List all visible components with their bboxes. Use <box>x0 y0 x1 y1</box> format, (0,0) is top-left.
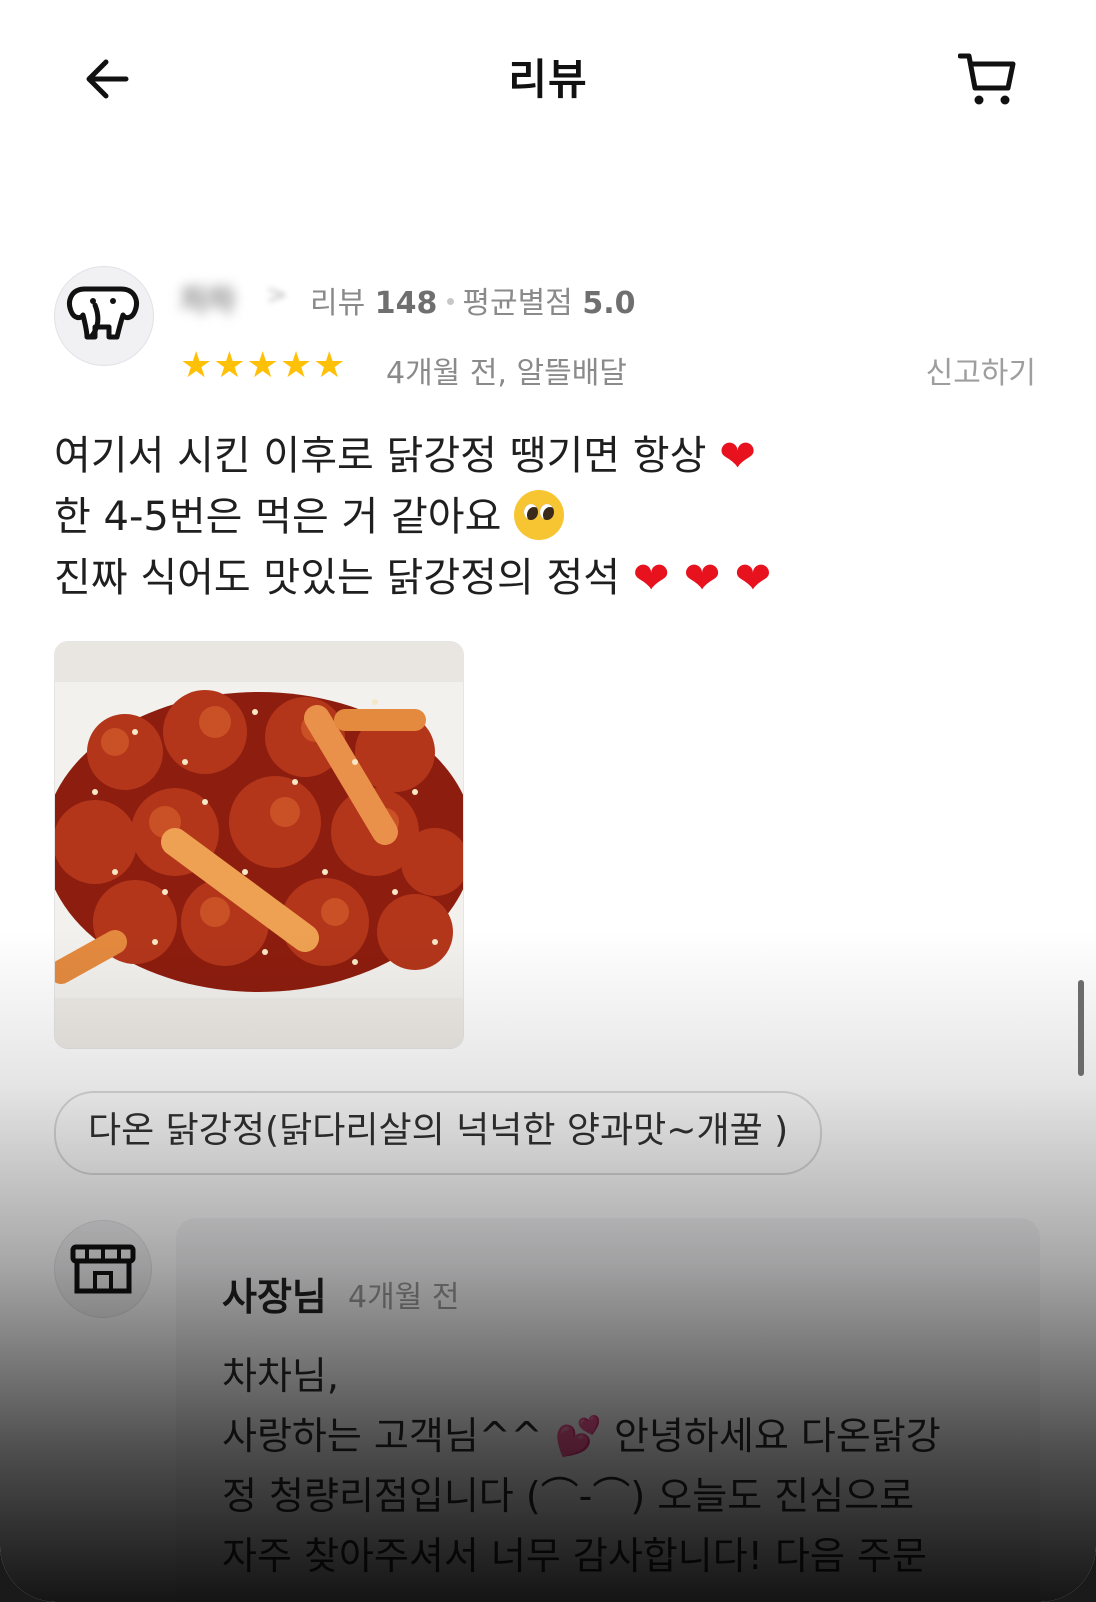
owner-reply-time: 4개월 전 <box>348 1280 460 1315</box>
page-title: 리뷰 <box>508 55 588 104</box>
star-rating: ★★★★★ <box>180 345 347 386</box>
review-count: 148 <box>374 286 438 321</box>
two-hearts-icon: 💕 <box>554 1414 602 1458</box>
store-icon <box>70 1244 136 1294</box>
reply-line: 자주 찾아주셔서 너무 감사합니다! 다음 주문 <box>222 1534 927 1578</box>
review-count-label: 리뷰 <box>310 286 366 321</box>
cart-button[interactable] <box>957 50 1018 110</box>
chevron-right-icon: > <box>266 280 288 310</box>
avg-rating-label: 평균별점 <box>462 286 573 321</box>
heart-icon: ❤ <box>719 431 756 482</box>
review-photo[interactable] <box>54 641 464 1049</box>
pleading-face-icon <box>514 490 565 540</box>
ordered-menu-chip[interactable]: 다온 닭강정(닭다리살의 넉넉한 양과맛~개꿀 ) <box>54 1091 823 1175</box>
avg-rating: 5.0 <box>582 286 636 321</box>
separator-dot <box>447 298 455 305</box>
elephant-icon <box>67 286 139 340</box>
header: 리뷰 <box>0 0 1096 150</box>
food-photo-illustration <box>55 642 463 1048</box>
reviewer-stats: 리뷰 148 평균별점 5.0 <box>310 278 635 322</box>
review-line: 한 4-5번은 먹은 거 같아요 <box>54 487 771 548</box>
reviewer-nickname[interactable]: 차차 <box>180 276 235 320</box>
reply-line: 차차님, <box>222 1354 339 1398</box>
scrollbar[interactable] <box>1078 980 1084 1076</box>
reviewer-avatar[interactable] <box>54 266 154 366</box>
reply-line: 사랑하는 고객님^^ 💕 안녕하세요 다온닭강 <box>222 1414 941 1458</box>
cart-icon <box>957 53 1016 105</box>
review-time-delivery: 4개월 전, 알뜰배달 <box>386 356 627 391</box>
report-button[interactable]: 신고하기 <box>926 348 1036 392</box>
review-screen: 리뷰 차차 > 리뷰 148 평균별점 5.0 ★★★★★ 4개월 전, 알뜰배달… <box>0 0 1096 1602</box>
hearts-icon: ❤ ❤ ❤ <box>632 553 772 604</box>
review-text: 여기서 시킨 이후로 닭강정 땡기면 항상 ❤ 한 4-5번은 먹은 거 같아요… <box>54 426 771 609</box>
reply-line: 정 청량리점입니다 (⌒-⌒) 오늘도 진심으로 <box>222 1474 915 1518</box>
owner-reply-text: 차차님, 사랑하는 고객님^^ 💕 안녕하세요 다온닭강 정 청량리점입니다 (… <box>222 1346 1012 1586</box>
review-line: 여기서 시킨 이후로 닭강정 땡기면 항상 ❤ <box>54 431 756 482</box>
review-line: 진짜 식어도 맛있는 닭강정의 정석 ❤ ❤ ❤ <box>54 553 772 604</box>
owner-avatar <box>54 1220 152 1318</box>
owner-name: 사장님 <box>222 1275 327 1319</box>
